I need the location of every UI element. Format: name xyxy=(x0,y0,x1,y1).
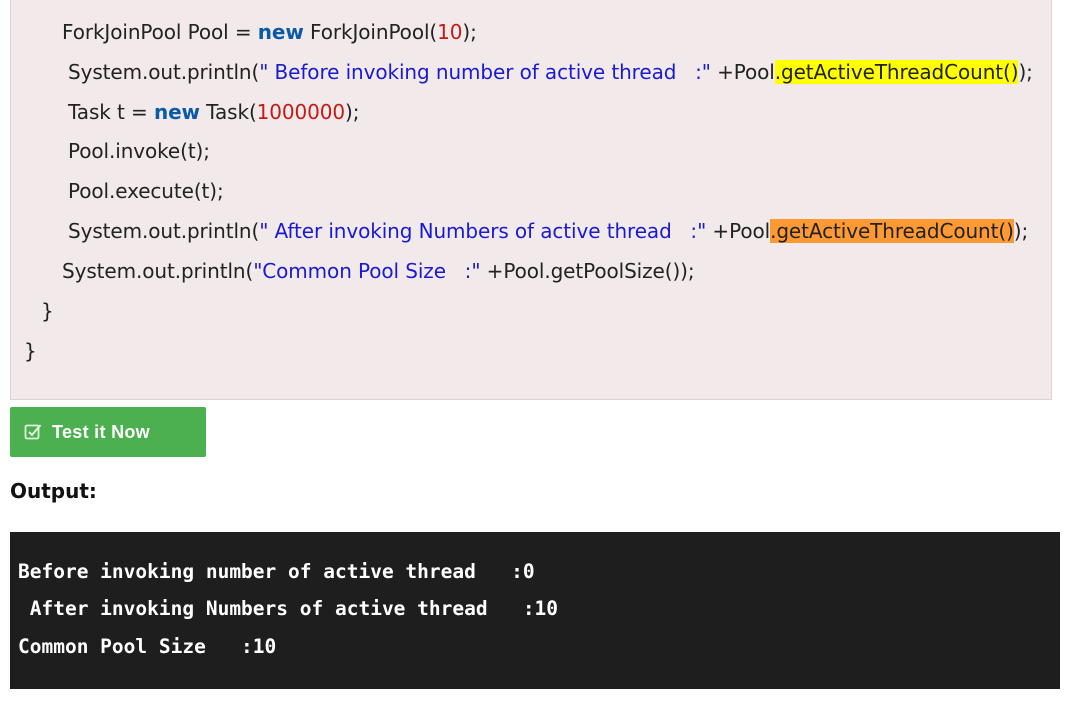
code-text: Task t = xyxy=(68,100,154,124)
code-text: System.out.println( xyxy=(62,259,254,283)
code-text: +Pool xyxy=(706,219,771,243)
code-text: ForkJoinPool Pool = xyxy=(62,20,258,44)
code-line-7: System.out.println("Common Pool Size :" … xyxy=(62,258,695,284)
highlighted-method: .getActiveThreadCount() xyxy=(770,219,1014,243)
keyword-new: new xyxy=(257,20,304,44)
number-literal: 10 xyxy=(437,20,463,44)
code-text: Task( xyxy=(199,100,257,124)
string-literal: " Before invoking number of active threa… xyxy=(259,60,711,84)
code-text: ); xyxy=(1013,219,1029,243)
code-text: System.out.println( xyxy=(68,219,260,243)
console-line: Common Pool Size :10 xyxy=(18,635,277,658)
code-line-3: Task t = new Task(1000000); xyxy=(68,99,359,125)
code-line-2: System.out.println(" Before invoking num… xyxy=(68,59,1033,85)
code-block: ForkJoinPool Pool = new ForkJoinPool(10)… xyxy=(10,0,1052,400)
code-text: ); xyxy=(462,20,477,44)
number-literal: 1000000 xyxy=(256,100,346,124)
highlighted-method: .getActiveThreadCount() xyxy=(774,60,1019,84)
code-line-8: } xyxy=(41,299,54,323)
code-text: ); xyxy=(1018,60,1033,84)
test-it-now-button[interactable]: Test it Now xyxy=(10,407,206,457)
code-text: +Pool xyxy=(710,60,775,84)
code-line-6: System.out.println(" After invoking Numb… xyxy=(68,218,1028,244)
code-text: ); xyxy=(345,100,360,124)
code-line-1: ForkJoinPool Pool = new ForkJoinPool(10)… xyxy=(62,19,477,45)
string-literal: " After invoking Numbers of active threa… xyxy=(259,219,707,243)
code-line-9: } xyxy=(24,339,37,363)
code-text: ForkJoinPool( xyxy=(303,20,438,44)
code-line-5: Pool.execute(t); xyxy=(68,179,224,203)
output-heading: Output: xyxy=(10,479,97,503)
console-line: After invoking Numbers of active thread … xyxy=(18,597,559,620)
code-text: +Pool.getPoolSize()); xyxy=(480,259,695,283)
edit-check-icon xyxy=(24,423,42,441)
output-console: Before invoking number of active thread … xyxy=(10,532,1060,689)
console-line: Before invoking number of active thread … xyxy=(18,560,535,583)
keyword-new: new xyxy=(153,100,200,124)
code-text: System.out.println( xyxy=(68,60,260,84)
string-literal: "Common Pool Size :" xyxy=(253,259,481,283)
code-line-4: Pool.invoke(t); xyxy=(68,139,210,163)
test-it-now-label: Test it Now xyxy=(52,421,150,442)
